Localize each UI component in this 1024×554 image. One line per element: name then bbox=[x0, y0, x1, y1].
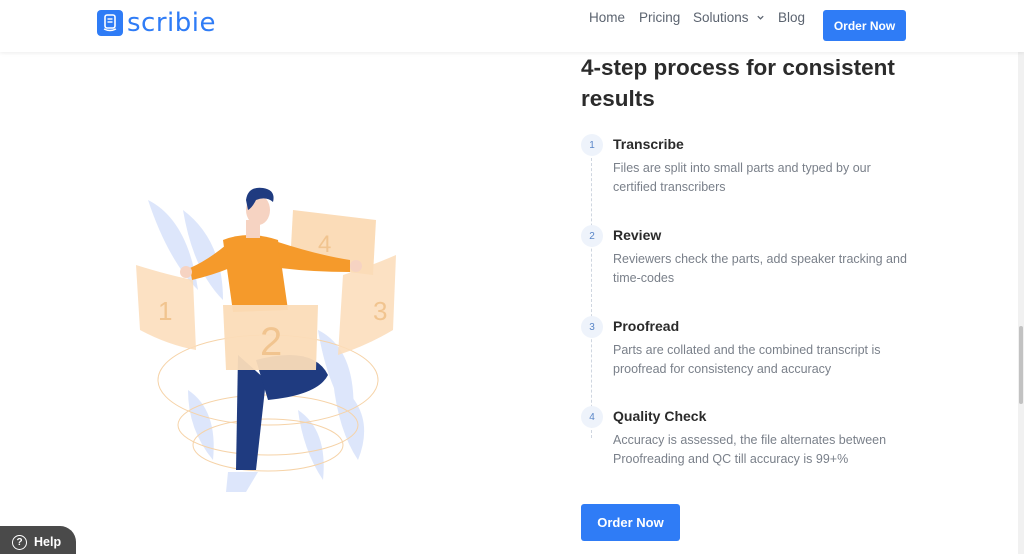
nav-solutions[interactable]: Solutions bbox=[693, 10, 765, 25]
step-description: Accuracy is assessed, the file alternate… bbox=[613, 433, 887, 466]
scrollbar-thumb[interactable] bbox=[1019, 326, 1023, 404]
step-description: Parts are collated and the combined tran… bbox=[613, 343, 881, 376]
order-now-button[interactable]: Order Now bbox=[581, 504, 680, 541]
site-header: scribie Home Pricing Solutions Blog Orde… bbox=[0, 0, 1024, 52]
steps-connector-line bbox=[591, 158, 592, 438]
order-now-button-header[interactable]: Order Now bbox=[823, 10, 906, 41]
step-number: 3 bbox=[581, 316, 603, 338]
process-illustration: 1 3 4 2 bbox=[136, 187, 396, 492]
section-heading: 4-step process for consistent results bbox=[581, 52, 911, 114]
step-description: Reviewers check the parts, add speaker t… bbox=[613, 252, 907, 285]
section-heading-line-2: results bbox=[581, 86, 655, 111]
step-number: 4 bbox=[581, 406, 603, 428]
section-heading-line-1: 4-step process for consistent bbox=[581, 55, 895, 80]
nav-home[interactable]: Home bbox=[589, 10, 625, 25]
logo-icon bbox=[97, 10, 123, 36]
step-title: Proofread bbox=[613, 318, 680, 334]
panel-4-label: 4 bbox=[318, 231, 331, 258]
panel-2-label: 2 bbox=[260, 320, 282, 364]
panel-3-label: 3 bbox=[373, 296, 387, 326]
nav-blog[interactable]: Blog bbox=[778, 10, 805, 25]
help-label: Help bbox=[34, 535, 62, 549]
logo[interactable]: scribie bbox=[97, 9, 216, 37]
step-title: Review bbox=[613, 227, 662, 243]
step-description: Files are split into small parts and typ… bbox=[613, 161, 871, 194]
help-button[interactable]: ? Help bbox=[0, 526, 76, 554]
page-scrollbar[interactable] bbox=[1018, 0, 1024, 554]
panel-2: 2 bbox=[223, 305, 318, 370]
step-title: Transcribe bbox=[613, 136, 684, 152]
nav-pricing[interactable]: Pricing bbox=[639, 10, 680, 25]
chevron-down-icon bbox=[756, 15, 764, 20]
step-title: Quality Check bbox=[613, 408, 707, 424]
step-number: 1 bbox=[581, 134, 603, 156]
nav-solutions-label: Solutions bbox=[693, 9, 749, 25]
logo-text: scribie bbox=[127, 8, 216, 38]
panel-1-label: 1 bbox=[158, 296, 172, 326]
step-number: 2 bbox=[581, 225, 603, 247]
question-circle-icon: ? bbox=[12, 534, 27, 550]
